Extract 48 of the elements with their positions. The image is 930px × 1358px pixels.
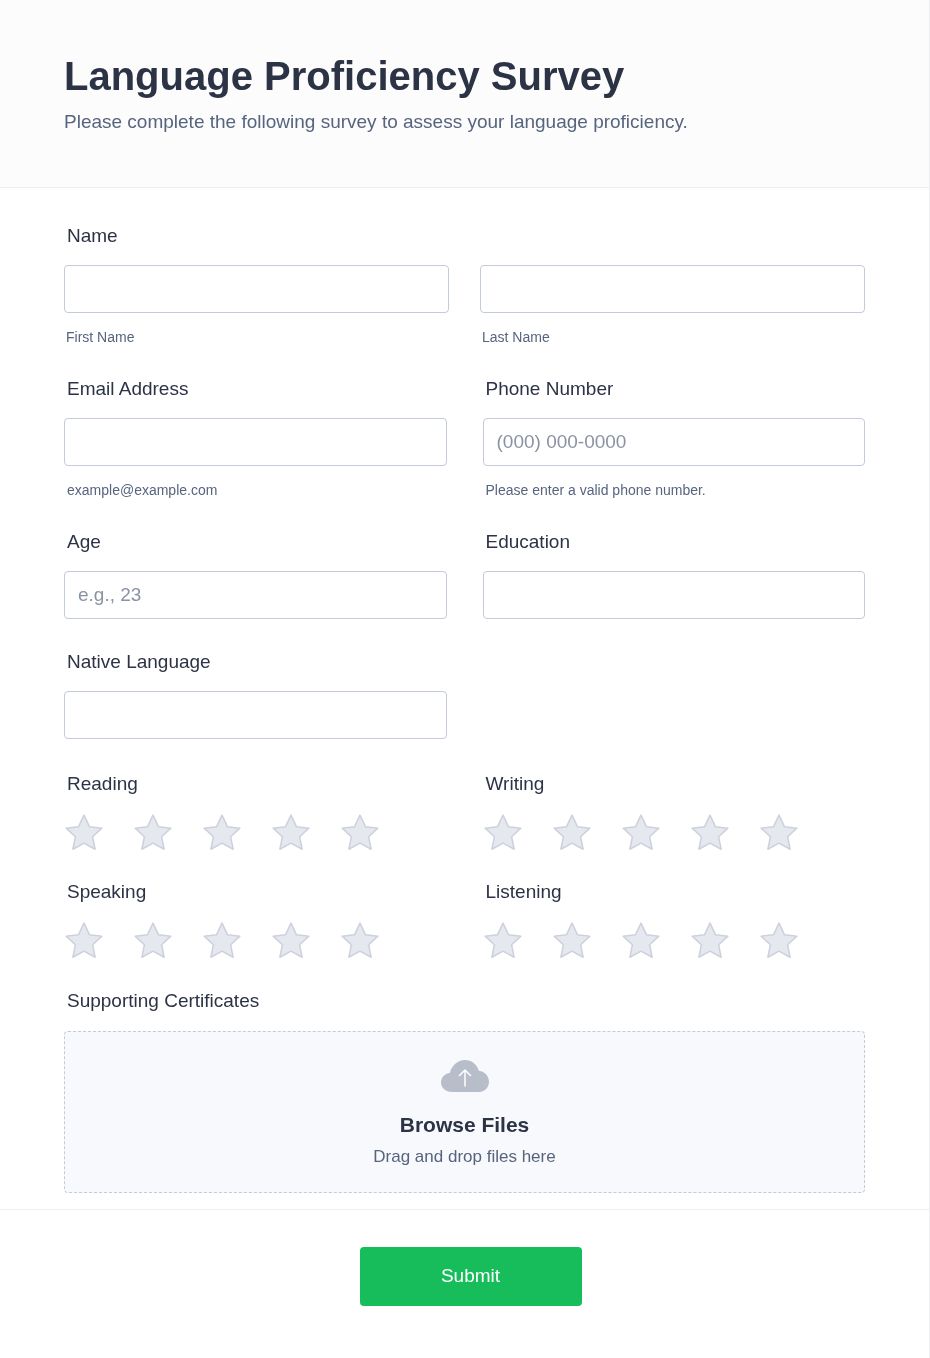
form-title: Language Proficiency Survey xyxy=(64,53,626,100)
cloud-upload-icon xyxy=(440,1060,489,1092)
input-field[interactable] xyxy=(480,265,865,313)
field-label: Email Address xyxy=(66,377,190,401)
star-icon[interactable] xyxy=(552,922,591,960)
star-icon[interactable] xyxy=(552,814,591,852)
star-icon[interactable] xyxy=(621,922,660,960)
star-icon[interactable] xyxy=(690,922,729,960)
input-field[interactable] xyxy=(64,418,447,466)
star-icon[interactable] xyxy=(759,814,798,852)
star-icon[interactable] xyxy=(134,922,172,960)
input-field[interactable] xyxy=(64,691,447,739)
star-icon[interactable] xyxy=(483,814,522,852)
star-icon[interactable] xyxy=(272,814,310,852)
field-label: Education xyxy=(484,530,571,554)
field-label: Supporting Certificates xyxy=(66,989,261,1013)
field-hint: Please enter a valid phone number. xyxy=(484,481,707,499)
field-label: Name xyxy=(66,224,119,248)
input-field[interactable]: (000) 000-0000 xyxy=(482,418,865,466)
field-label: Phone Number xyxy=(484,377,615,401)
field-hint: example@example.com xyxy=(66,481,219,499)
input-field[interactable]: e.g., 23 xyxy=(64,571,447,619)
star-icon[interactable] xyxy=(341,814,379,852)
star-icon[interactable] xyxy=(759,922,798,960)
drop-hint: Drag and drop files here xyxy=(373,1146,556,1168)
file-drop-zone[interactable]: Browse Files Drag and drop files here xyxy=(64,1031,865,1193)
input-field[interactable] xyxy=(64,265,449,313)
star-icon[interactable] xyxy=(272,922,310,960)
field-label: Speaking xyxy=(66,880,148,904)
field-label: Writing xyxy=(484,772,546,796)
input-field[interactable] xyxy=(482,571,865,619)
star-icon[interactable] xyxy=(203,922,241,960)
field-sublabel: Last Name xyxy=(481,328,551,346)
field-label: Reading xyxy=(66,772,139,796)
field-label: Age xyxy=(66,530,102,554)
star-icon[interactable] xyxy=(341,922,379,960)
star-icon[interactable] xyxy=(65,814,103,852)
browse-files-text: Browse Files xyxy=(399,1112,530,1138)
star-icon[interactable] xyxy=(65,922,103,960)
star-icon[interactable] xyxy=(621,814,660,852)
star-icon[interactable] xyxy=(483,922,522,960)
star-icon[interactable] xyxy=(134,814,172,852)
form-subtitle: Please complete the following survey to assess your language proficiency. xyxy=(64,110,689,134)
field-sublabel: First Name xyxy=(65,328,136,346)
star-icon[interactable] xyxy=(203,814,241,852)
field-label: Native Language xyxy=(66,650,212,674)
star-icon[interactable] xyxy=(690,814,729,852)
field-label: Listening xyxy=(484,880,563,904)
